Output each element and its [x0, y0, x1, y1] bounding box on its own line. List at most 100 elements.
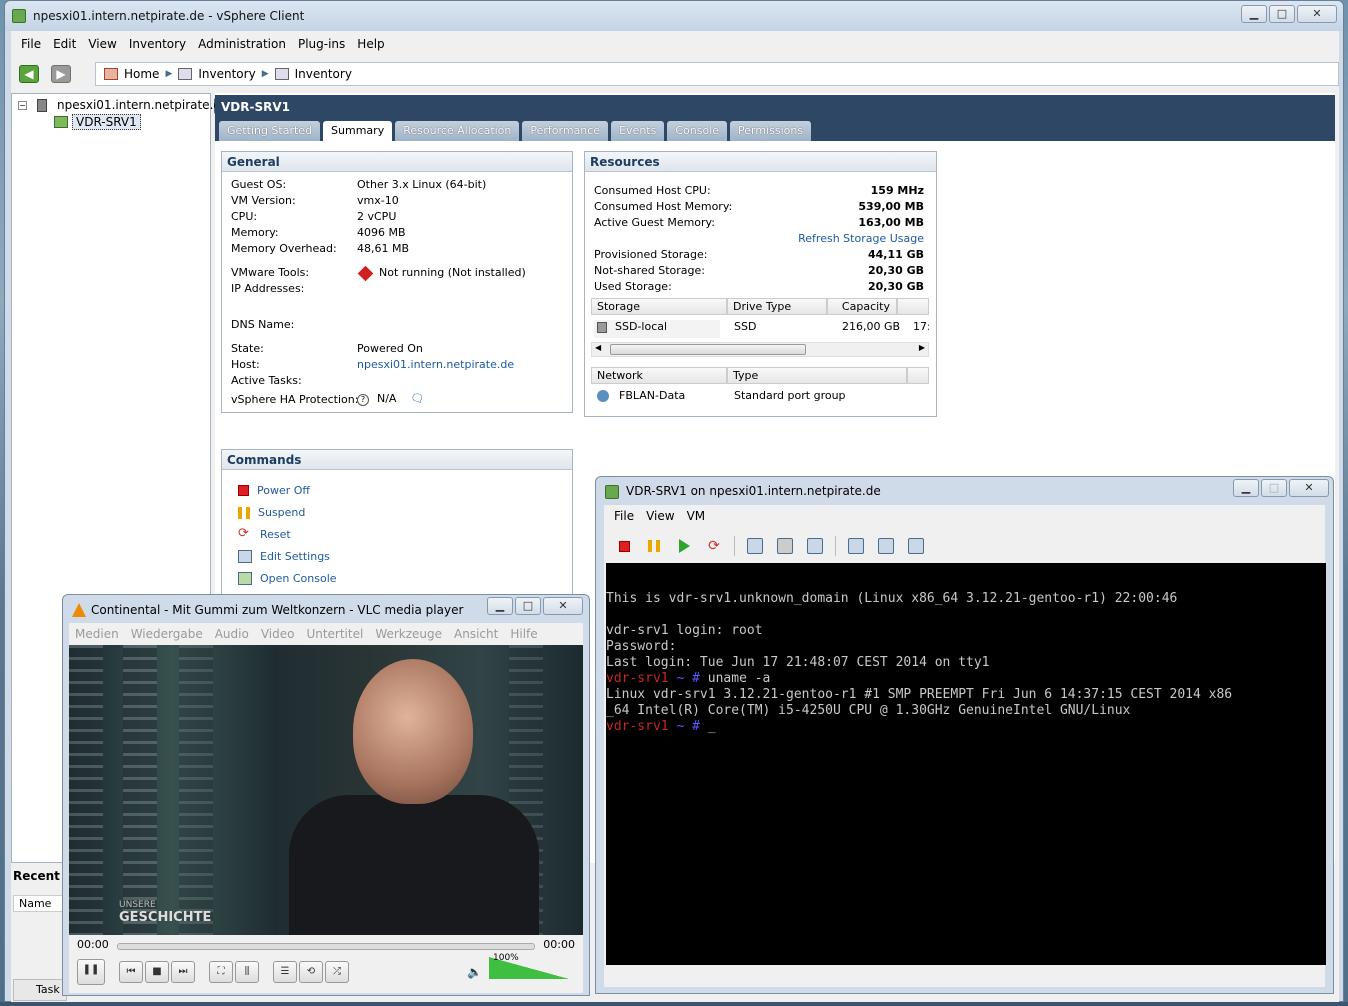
- fullscreen-icon[interactable]: ⛶: [209, 961, 233, 983]
- refresh-storage-link[interactable]: Refresh Storage Usage: [798, 232, 924, 245]
- power-off-icon[interactable]: [614, 536, 634, 556]
- storage-capacity: 216,00 GB: [842, 320, 901, 333]
- suspend-command[interactable]: Suspend: [238, 506, 305, 519]
- taskbar: [0, 1002, 1348, 1006]
- breadcrumb-hosts[interactable]: Inventory: [295, 67, 352, 81]
- tools-icon[interactable]: [876, 536, 896, 556]
- playlist-icon[interactable]: ☰: [273, 961, 297, 983]
- maximize-button[interactable]: □: [1269, 5, 1295, 23]
- minimize-button[interactable]: ▁: [487, 597, 513, 615]
- scroll-right-icon[interactable]: ▶: [919, 343, 925, 352]
- reset-link[interactable]: Reset: [260, 528, 291, 541]
- tab-events[interactable]: Events: [611, 121, 665, 141]
- vlc-menu-video[interactable]: Video: [255, 627, 301, 641]
- minimize-button[interactable]: ▁: [1241, 5, 1267, 23]
- capacity-column-header[interactable]: Capacity: [827, 298, 897, 315]
- scroll-left-icon[interactable]: ◀: [595, 343, 601, 352]
- maximize-button[interactable]: □: [1261, 479, 1287, 497]
- vlc-menu-medien[interactable]: Medien: [69, 627, 125, 641]
- power-on-icon[interactable]: [674, 536, 694, 556]
- close-button[interactable]: ✕: [1297, 5, 1337, 23]
- previous-icon[interactable]: ⏮: [119, 961, 143, 983]
- tab-console[interactable]: Console: [667, 121, 728, 141]
- drivetype-column-header[interactable]: Drive Type: [727, 298, 827, 315]
- loop-icon[interactable]: ⟲: [299, 961, 323, 983]
- close-button[interactable]: ✕: [543, 597, 583, 615]
- tree-host-row[interactable]: − npesxi01.intern.netpirate.de: [18, 98, 228, 112]
- console-menu-file[interactable]: File: [608, 509, 640, 523]
- console-menu-vm[interactable]: VM: [681, 509, 712, 523]
- revert-snapshot-icon[interactable]: [775, 536, 795, 556]
- collapse-icon[interactable]: −: [18, 100, 27, 110]
- horizontal-scrollbar[interactable]: ◀ ▶: [591, 342, 929, 357]
- vlc-menu-wiedergabe[interactable]: Wiedergabe: [125, 627, 209, 641]
- tab-resource-allocation[interactable]: Resource Allocation: [395, 121, 520, 141]
- network-name: FBLAN-Data: [619, 389, 686, 402]
- menu-help[interactable]: Help: [351, 37, 390, 51]
- back-arrow-icon[interactable]: ◀: [19, 65, 39, 83]
- snapshot-manager-icon[interactable]: [805, 536, 825, 556]
- extended-settings-icon[interactable]: ⫼: [235, 961, 259, 983]
- speaker-icon[interactable]: 🔈: [467, 965, 482, 979]
- suspend-icon[interactable]: [644, 536, 664, 556]
- console-client: File View VM ⟳ This is vdr-srv1.unknown_…: [604, 505, 1326, 987]
- pause-button[interactable]: ❚❚: [77, 959, 105, 985]
- network-row[interactable]: FBLAN-Data: [594, 389, 685, 402]
- menu-view[interactable]: View: [82, 37, 122, 51]
- power-off-command[interactable]: Power Off: [238, 484, 310, 497]
- edit-settings-command[interactable]: Edit Settings: [238, 550, 330, 563]
- console-menu-view[interactable]: View: [640, 509, 680, 523]
- reset-icon[interactable]: ⟳: [704, 536, 724, 556]
- video-frame[interactable]: UNSERE GESCHICHTE: [69, 645, 583, 935]
- menu-file[interactable]: File: [15, 37, 47, 51]
- stop-icon[interactable]: ■: [145, 961, 169, 983]
- snapshot-icon[interactable]: [745, 536, 765, 556]
- menu-edit[interactable]: Edit: [47, 37, 82, 51]
- tree-vm-row[interactable]: VDR-SRV1: [54, 114, 141, 130]
- video-person-body: [289, 795, 539, 935]
- host-cpu-value: 159 MHz: [870, 184, 924, 197]
- maximize-button[interactable]: □: [515, 597, 541, 615]
- tab-getting-started[interactable]: Getting Started: [219, 121, 321, 141]
- volume-slider[interactable]: 100%: [489, 953, 569, 979]
- forward-arrow-icon[interactable]: ▶: [51, 65, 71, 83]
- minimize-button[interactable]: ▁: [1233, 479, 1259, 497]
- menu-administration[interactable]: Administration: [192, 37, 292, 51]
- reset-command[interactable]: ⟳ Reset: [238, 527, 291, 541]
- provisioned-label: Provisioned Storage:: [594, 248, 708, 261]
- terminal-screen[interactable]: This is vdr-srv1.unknown_domain (Linux x…: [606, 563, 1326, 965]
- storage-row[interactable]: SSD-local: [594, 320, 720, 338]
- vlc-menu-ansicht[interactable]: Ansicht: [448, 627, 504, 641]
- vlc-menu-audio[interactable]: Audio: [209, 627, 255, 641]
- breadcrumb-inventory[interactable]: Inventory: [198, 67, 255, 81]
- tab-performance[interactable]: Performance: [522, 121, 609, 141]
- suspend-link[interactable]: Suspend: [258, 506, 305, 519]
- open-console-link[interactable]: Open Console: [260, 572, 337, 585]
- storage-column-header[interactable]: Storage: [591, 298, 727, 315]
- tab-summary[interactable]: Summary: [323, 121, 393, 141]
- menu-plugins[interactable]: Plug-ins: [292, 37, 351, 51]
- migrate-icon[interactable]: [906, 536, 926, 556]
- power-off-link[interactable]: Power Off: [257, 484, 310, 497]
- next-icon[interactable]: ⏭: [171, 961, 195, 983]
- seek-bar[interactable]: [117, 943, 535, 950]
- tasks-taskbar-button[interactable]: Task: [13, 979, 67, 1001]
- menu-inventory[interactable]: Inventory: [123, 37, 192, 51]
- vlc-menu-hilfe[interactable]: Hilfe: [504, 627, 543, 641]
- edit-settings-link[interactable]: Edit Settings: [260, 550, 330, 563]
- vlc-menu-untertitel[interactable]: Untertitel: [300, 627, 369, 641]
- comment-icon[interactable]: 🗨: [410, 392, 424, 405]
- shuffle-icon[interactable]: ⤮: [325, 961, 349, 983]
- tab-permissions[interactable]: Permissions: [730, 121, 812, 141]
- title-bar[interactable]: npesxi01.intern.netpirate.de - vSphere C…: [5, 1, 1343, 31]
- vlc-menu-werkzeuge[interactable]: Werkzeuge: [369, 627, 448, 641]
- type-column-header[interactable]: Type: [727, 367, 907, 384]
- open-console-command[interactable]: Open Console: [238, 572, 337, 585]
- host-link[interactable]: npesxi01.intern.netpirate.de: [357, 358, 514, 371]
- network-column-header[interactable]: Network: [591, 367, 727, 384]
- host-memory-value: 539,00 MB: [858, 200, 924, 213]
- breadcrumb-home[interactable]: Home: [124, 67, 159, 81]
- scroll-thumb[interactable]: [610, 344, 806, 355]
- edit-settings-icon[interactable]: [846, 536, 866, 556]
- close-button[interactable]: ✕: [1289, 479, 1329, 497]
